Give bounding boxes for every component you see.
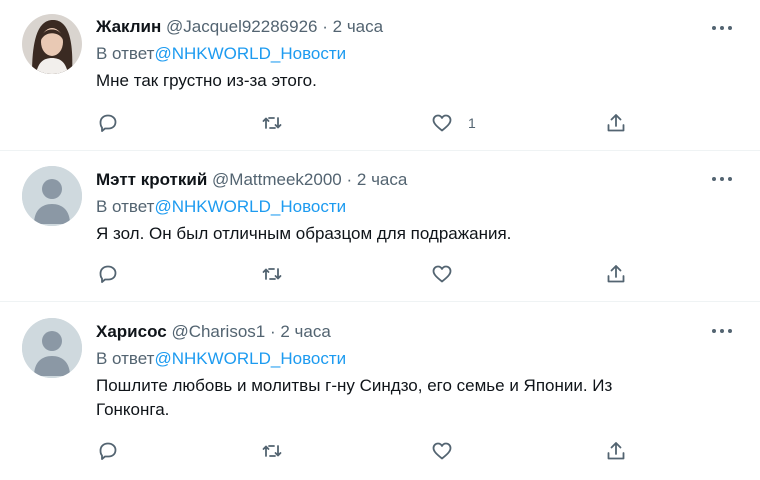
reply-to-link[interactable]: @NHKWORLD_Новости xyxy=(154,44,346,63)
comment-icon xyxy=(99,265,117,283)
tweet-content: Харисос @Charisos1 · 2 часа В ответ@NHKW… xyxy=(96,319,740,422)
default-avatar-icon xyxy=(22,166,82,226)
more-icon-dot xyxy=(720,329,724,333)
timestamp[interactable]: 2 часа xyxy=(357,170,407,189)
retweet-button[interactable] xyxy=(260,438,284,464)
share-icon xyxy=(607,442,625,460)
tweet-text: Мне так грустно из-за этого. xyxy=(96,71,317,90)
user-handle[interactable]: @Charisos1 xyxy=(171,322,265,341)
timestamp[interactable]: 2 часа xyxy=(333,17,383,36)
user-handle[interactable]: @Jacquel92286926 xyxy=(166,17,318,36)
tweet-text: Пошлите любовь и молитвы г-ну Синдзо, ег… xyxy=(96,376,613,419)
more-icon-dot xyxy=(720,177,724,181)
separator-dot: · xyxy=(269,322,276,341)
tweet[interactable]: Мэтт кроткий @Mattmeek2000 · 2 часа В от… xyxy=(0,150,760,300)
reply-prefix: В ответ xyxy=(96,44,155,63)
avatar[interactable] xyxy=(22,318,82,378)
more-icon-dot xyxy=(728,177,732,181)
more-button[interactable] xyxy=(712,23,732,33)
like-button[interactable]: 1 xyxy=(430,110,476,136)
share-button[interactable] xyxy=(604,110,628,136)
avatar[interactable] xyxy=(22,14,82,74)
retweet-icon xyxy=(262,268,282,280)
more-button[interactable] xyxy=(712,326,732,336)
share-button[interactable] xyxy=(604,438,628,464)
retweet-icon xyxy=(262,117,282,129)
share-icon xyxy=(607,265,625,283)
default-avatar-icon xyxy=(22,318,82,378)
avatar-photo-icon xyxy=(22,14,82,74)
tweet-header: Харисос @Charisos1 · 2 часа xyxy=(96,319,740,345)
reply-context: В ответ@NHKWORLD_Новости xyxy=(96,41,740,67)
reply-button[interactable] xyxy=(96,110,120,136)
retweet-button[interactable] xyxy=(260,110,284,136)
display-name[interactable]: Харисос xyxy=(96,322,167,341)
comment-icon xyxy=(99,114,117,132)
tweet[interactable]: Харисос @Charisos1 · 2 часа В ответ@NHKW… xyxy=(0,301,760,480)
display-name[interactable]: Жаклин xyxy=(96,17,161,36)
tweet-text: Я зол. Он был отличным образцом для подр… xyxy=(96,224,512,243)
action-bar xyxy=(96,261,636,287)
separator-dot: · xyxy=(322,17,328,36)
like-button[interactable] xyxy=(430,261,454,287)
tweet-header: Мэтт кроткий @Mattmeek2000 · 2 часа xyxy=(96,167,740,193)
heart-icon xyxy=(432,442,452,460)
reply-button[interactable] xyxy=(96,438,120,464)
more-icon-dot xyxy=(728,329,732,333)
action-bar xyxy=(96,438,636,464)
reply-prefix: В ответ xyxy=(96,349,155,368)
tweet-content: Жаклин @Jacquel92286926 · 2 часа В ответ… xyxy=(96,14,740,93)
like-count: 1 xyxy=(468,115,476,131)
separator-dot: · xyxy=(346,170,353,189)
more-icon xyxy=(712,177,716,181)
share-button[interactable] xyxy=(604,261,628,287)
reply-to-link[interactable]: @NHKWORLD_Новости xyxy=(154,197,346,216)
share-icon xyxy=(607,114,625,132)
reply-to-link[interactable]: @NHKWORLD_Новости xyxy=(154,349,346,368)
reply-context: В ответ@NHKWORLD_Новости xyxy=(96,194,740,220)
reply-context: В ответ@NHKWORLD_Новости xyxy=(96,346,740,372)
retweet-icon xyxy=(262,445,282,457)
comment-icon xyxy=(99,442,117,460)
user-handle[interactable]: @Mattmeek2000 xyxy=(212,170,342,189)
tweet[interactable]: Жаклин @Jacquel92286926 · 2 часа В ответ… xyxy=(0,0,760,150)
more-icon-dot xyxy=(728,26,732,30)
display-name[interactable]: Мэтт кроткий xyxy=(96,170,207,189)
more-icon xyxy=(712,329,716,333)
tweet-header: Жаклин @Jacquel92286926 · 2 часа xyxy=(96,14,740,40)
reply-button[interactable] xyxy=(96,261,120,287)
tweet-content: Мэтт кроткий @Mattmeek2000 · 2 часа В от… xyxy=(96,167,740,246)
reply-prefix: В ответ xyxy=(96,197,155,216)
more-icon xyxy=(712,26,716,30)
action-bar: 1 xyxy=(96,110,636,136)
heart-icon xyxy=(432,114,452,132)
timestamp[interactable]: 2 часа xyxy=(280,322,330,341)
like-button[interactable] xyxy=(430,438,454,464)
more-button[interactable] xyxy=(712,174,732,184)
more-icon-dot xyxy=(720,26,724,30)
heart-icon xyxy=(432,265,452,283)
retweet-button[interactable] xyxy=(260,261,284,287)
avatar[interactable] xyxy=(22,166,82,226)
